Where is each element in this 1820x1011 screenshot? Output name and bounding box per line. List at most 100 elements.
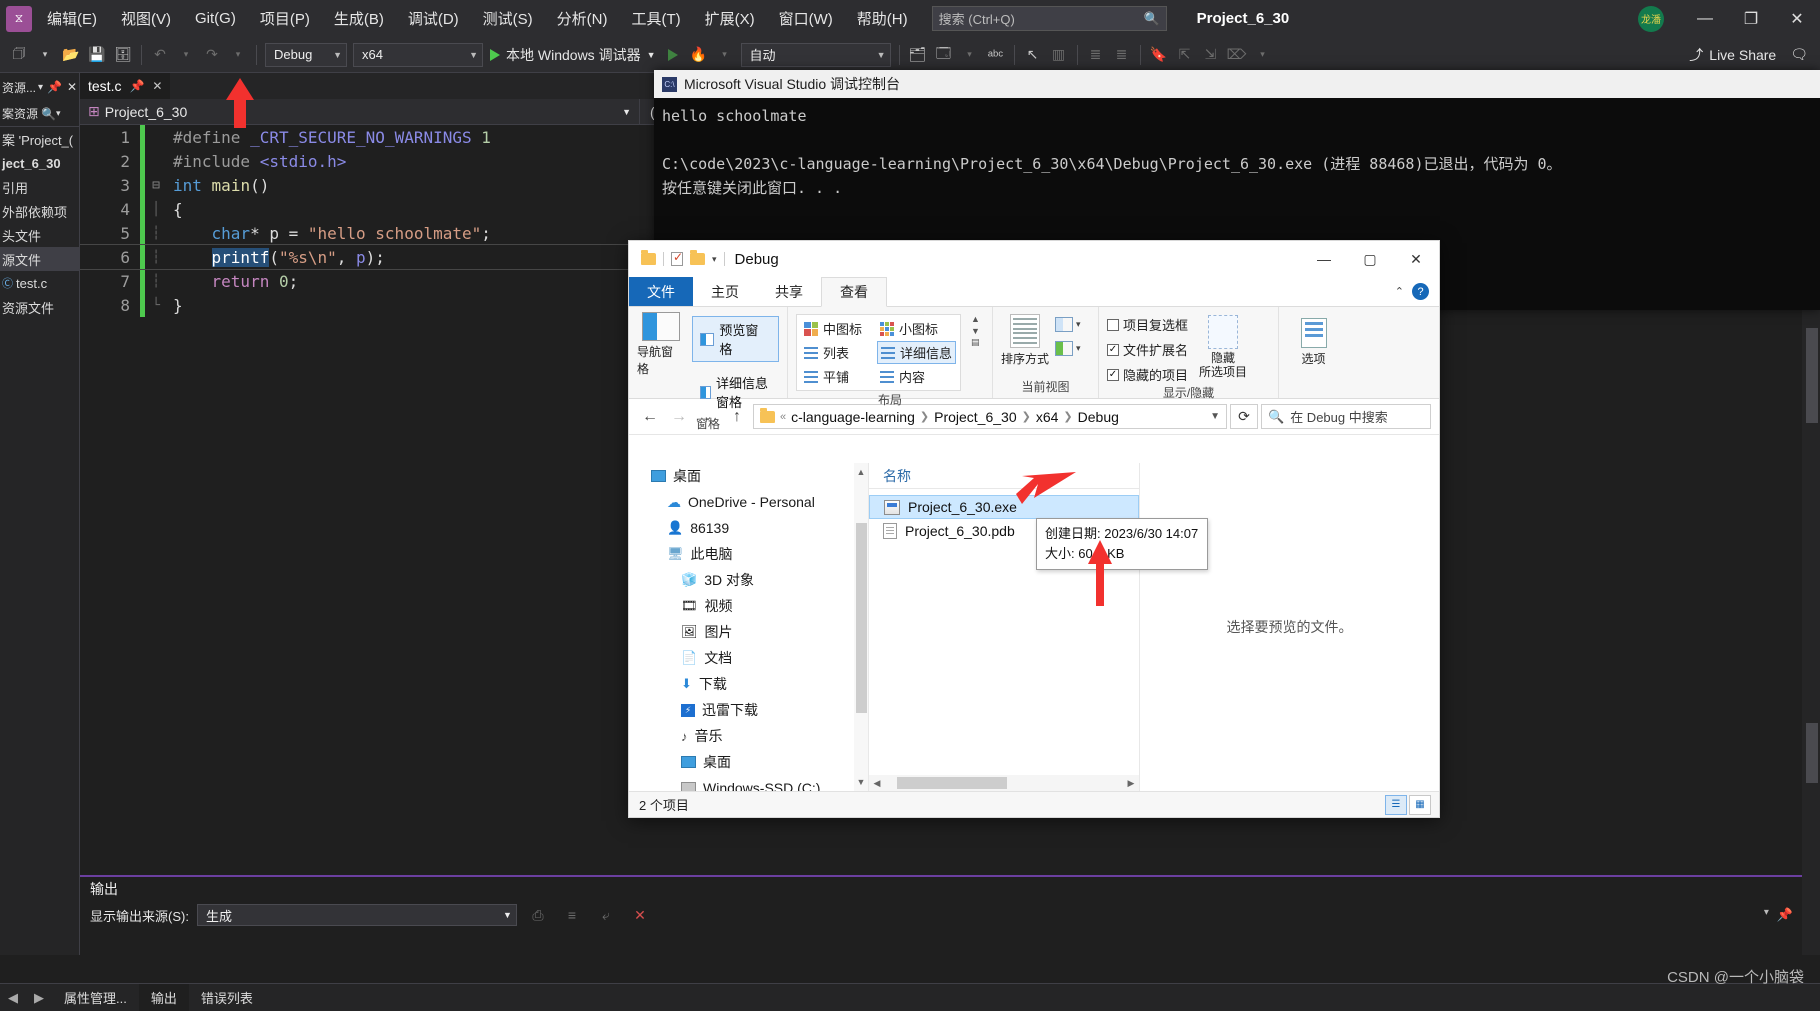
chevron-down-icon[interactable]: ▾	[1764, 907, 1769, 923]
tab-view[interactable]: 查看	[821, 277, 887, 307]
breadcrumb-1[interactable]: Project_6_30	[934, 409, 1017, 425]
file-extensions-option[interactable]: ✓ 文件扩展名	[1107, 340, 1188, 359]
view-small-icons[interactable]: 小图标	[877, 318, 956, 339]
sidebar-item-test-c[interactable]: Ⓒ test.c	[0, 271, 79, 295]
menu-item-4[interactable]: 生成(B)	[322, 2, 396, 35]
new-folder-icon[interactable]	[690, 250, 705, 265]
close-icon[interactable]: ✕	[152, 79, 162, 93]
scrollbar-thumb-2[interactable]	[1806, 723, 1818, 783]
large-icons-view-button[interactable]: ▦	[1409, 794, 1431, 815]
scroll-up-icon[interactable]: ▲	[971, 314, 980, 324]
new-project-dropdown-icon[interactable]: ▾	[32, 43, 58, 67]
start-without-debugging-icon[interactable]	[667, 48, 678, 61]
menu-item-3[interactable]: 项目(P)	[248, 2, 322, 35]
chevron-down-icon[interactable]: ▾	[56, 108, 61, 119]
sidebar-item-project[interactable]: ject_6_30	[0, 151, 79, 175]
options-button[interactable]: 选项	[1287, 318, 1340, 367]
vs-close-button[interactable]: ✕	[1774, 0, 1820, 37]
navigation-pane-button[interactable]: 导航窗格	[637, 312, 684, 377]
scroll-left-icon[interactable]: ◀	[0, 990, 26, 1006]
nav-item-desktop[interactable]: 桌面	[629, 463, 868, 489]
comment-icon[interactable]: ▥	[1046, 43, 1072, 67]
sort-by-button[interactable]: 排序方式	[1001, 314, 1049, 367]
pin-icon[interactable]: 📌	[47, 80, 62, 94]
tab-file[interactable]: 文件	[629, 277, 693, 306]
expand-gallery-icon[interactable]: ▤	[971, 337, 980, 348]
file-list-hscrollbar[interactable]: ◀ ▶	[869, 775, 1139, 791]
nav-item-onedrive[interactable]: ☁ OneDrive - Personal	[629, 489, 868, 515]
start-debugging-button[interactable]: 本地 Windows 调试器 ▼	[486, 45, 660, 65]
nav-scrollbar[interactable]: ▲ ▼	[854, 463, 868, 791]
scroll-left-icon[interactable]: ◀	[869, 778, 885, 789]
menu-item-11[interactable]: 帮助(H)	[845, 2, 920, 35]
hide-selected-button[interactable]: 隐藏 所选项目	[1198, 315, 1248, 379]
bookmark-icon[interactable]: 🔖	[1146, 43, 1172, 67]
file-explorer-window[interactable]: ▾ Debug — ▢ ✕ 文件 主页 共享 查看 ⌃ ? 导航窗格	[628, 240, 1440, 818]
output-find-icon[interactable]: ⎙	[525, 903, 551, 927]
sidebar-item-source-files[interactable]: 源文件	[0, 247, 79, 271]
tab-property-manager[interactable]: 属性管理...	[52, 984, 139, 1011]
sidebar-item-references[interactable]: 引用	[0, 175, 79, 199]
menu-item-2[interactable]: Git(G)	[183, 4, 248, 33]
vs-maximize-button[interactable]: ❐	[1728, 0, 1774, 37]
tab-test-c[interactable]: test.c 📌 ✕	[80, 73, 171, 99]
feedback-icon[interactable]: 🗨	[1790, 46, 1808, 63]
save-icon[interactable]: 💾	[84, 43, 110, 67]
toolbar-overflow-icon[interactable]: ▾	[1250, 43, 1276, 67]
column-header-name[interactable]: 名称	[869, 466, 911, 486]
hscrollbar-thumb[interactable]	[897, 777, 1007, 789]
help-icon[interactable]: ?	[1412, 283, 1429, 300]
view-details[interactable]: 详细信息	[877, 341, 957, 364]
auto-combo[interactable]: 自动 ▼	[740, 42, 891, 67]
save-all-icon[interactable]: 🗄	[110, 43, 136, 67]
nav-item-music[interactable]: ♪ 音乐	[629, 723, 868, 749]
view-content[interactable]: 内容	[877, 366, 956, 387]
output-close-icon[interactable]: ✕	[627, 903, 653, 927]
vs-minimize-button[interactable]: —	[1682, 0, 1728, 37]
sidebar-item-solution[interactable]: 案 'Project_(	[0, 127, 79, 151]
menu-item-7[interactable]: 分析(N)	[545, 2, 620, 35]
size-columns-button[interactable]: ▾	[1055, 341, 1081, 356]
nav-item-user[interactable]: 👤 86139	[629, 515, 868, 541]
nav-item-downloads[interactable]: ⬇ 下载	[629, 671, 868, 697]
project-context-combo[interactable]: ⊞ Project_6_30 ▼	[80, 98, 640, 125]
sidebar-item-resource-files[interactable]: 资源文件	[0, 295, 79, 319]
menu-item-9[interactable]: 扩展(X)	[693, 2, 767, 35]
search-input[interactable]: 🔍 在 Debug 中搜索	[1261, 404, 1431, 429]
spellcheck-icon[interactable]: ᵃᵇᶜ	[983, 43, 1009, 67]
collapse-icon[interactable]: ⊟	[145, 178, 167, 193]
nav-item-thunder-downloads[interactable]: ⚡ 迅雷下载	[629, 697, 868, 723]
bookmark-prev-icon[interactable]: ⇱	[1172, 43, 1198, 67]
nav-item-this-pc[interactable]: 🖥 此电脑	[629, 541, 868, 567]
folder-icon[interactable]	[641, 250, 656, 265]
indent-increase-icon[interactable]: ≣	[1109, 43, 1135, 67]
hidden-items-option[interactable]: ✓ 隐藏的项目	[1107, 365, 1188, 384]
sidebar-item-external-deps[interactable]: 外部依赖项	[0, 199, 79, 223]
view-medium-icons[interactable]: 中图标	[801, 318, 865, 339]
indent-decrease-icon[interactable]: ≣	[1083, 43, 1109, 67]
scrollbar-thumb[interactable]	[1806, 328, 1818, 423]
chevron-down-icon[interactable]: ▾	[712, 254, 717, 265]
breadcrumb-0[interactable]: c-language-learning	[791, 409, 915, 425]
pointer-icon[interactable]: ↖	[1020, 43, 1046, 67]
view-tiles[interactable]: 平铺	[801, 366, 865, 387]
scroll-right-icon[interactable]: ▶	[26, 990, 52, 1006]
view-list[interactable]: 列表	[801, 341, 865, 364]
scroll-right-icon[interactable]: ▶	[1123, 778, 1139, 789]
menu-item-1[interactable]: 视图(V)	[109, 2, 183, 35]
window-layout-icon[interactable]: 🗔	[931, 43, 957, 67]
item-checkboxes-option[interactable]: 项目复选框	[1107, 315, 1188, 334]
menu-item-8[interactable]: 工具(T)	[619, 2, 692, 35]
breadcrumb-3[interactable]: Debug	[1078, 409, 1119, 425]
scroll-up-icon[interactable]: ▲	[854, 463, 868, 481]
search-icon[interactable]: 🔍	[41, 107, 56, 121]
breadcrumb-2[interactable]: x64	[1036, 409, 1059, 425]
bookmark-next-icon[interactable]: ⇲	[1198, 43, 1224, 67]
tab-output[interactable]: 输出	[138, 983, 189, 1011]
new-project-icon[interactable]: 🗇	[6, 43, 32, 67]
tab-home[interactable]: 主页	[693, 277, 757, 306]
explorer-maximize-button[interactable]: ▢	[1347, 243, 1393, 275]
collapse-ribbon-icon[interactable]: ⌃	[1395, 285, 1404, 298]
open-file-icon[interactable]: 📂	[58, 43, 84, 67]
vs-search-box[interactable]: 搜索 (Ctrl+Q) 🔍	[931, 6, 1167, 31]
